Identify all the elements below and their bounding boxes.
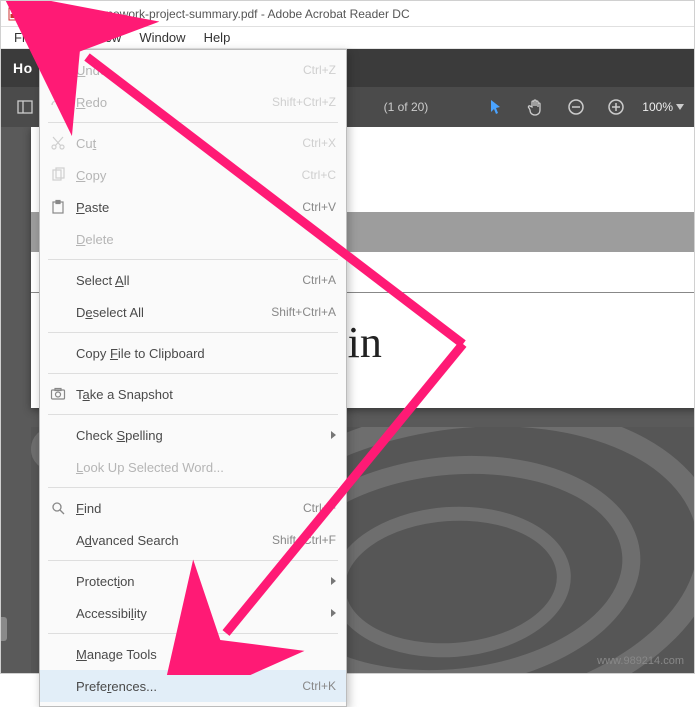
menuitem-cut[interactable]: Cut Ctrl+X [40, 127, 346, 159]
separator [48, 259, 338, 260]
menuitem-label: Take a Snapshot [76, 387, 248, 402]
zoom-percent[interactable]: 100% [642, 100, 684, 114]
select-tool-icon[interactable] [482, 93, 510, 121]
sidebar-toggle-icon[interactable] [11, 93, 39, 121]
menuitem-label: Cut [76, 136, 248, 151]
page-indicator: (1 of 20) [384, 100, 429, 114]
tab-home[interactable]: Ho [13, 60, 33, 76]
menuitem-snapshot[interactable]: Take a Snapshot [40, 378, 346, 410]
menuitem-deselect-all[interactable]: Deselect All Shift+Ctrl+A [40, 296, 346, 328]
menuitem-label: Advanced Search [76, 533, 248, 548]
copy-icon [48, 165, 68, 185]
separator [48, 122, 338, 123]
pdf-icon [7, 7, 21, 21]
side-handle[interactable] [1, 617, 7, 641]
edit-dropdown: Undo Ctrl+Z Redo Shift+Ctrl+Z Cut Ctrl+X… [39, 49, 347, 707]
hand-tool-icon[interactable] [522, 93, 550, 121]
menuitem-paste[interactable]: Paste Ctrl+V [40, 191, 346, 223]
menuitem-accessibility[interactable]: Accessibility [40, 597, 346, 629]
menuitem-label: Look Up Selected Word... [76, 460, 248, 475]
menuitem-lookup[interactable]: Look Up Selected Word... [40, 451, 346, 483]
submenu-arrow-icon [331, 577, 336, 585]
zoom-out-icon[interactable] [562, 93, 590, 121]
menuitem-label: Redo [76, 95, 248, 110]
menuitem-redo[interactable]: Redo Shift+Ctrl+Z [40, 86, 346, 118]
separator [48, 373, 338, 374]
submenu-arrow-icon [331, 609, 336, 617]
paste-icon [48, 197, 68, 217]
menu-view[interactable]: View [84, 27, 130, 48]
menuitem-undo[interactable]: Undo Ctrl+Z [40, 54, 346, 86]
separator [48, 414, 338, 415]
menuitem-label: Check Spelling [76, 428, 319, 443]
window-title: conceptual-framework-project-summary.pdf… [27, 7, 410, 21]
separator [48, 633, 338, 634]
menuitem-label: Copy [76, 168, 248, 183]
menuitem-delete[interactable]: Delete [40, 223, 346, 255]
menuitem-label: Protection [76, 574, 319, 589]
menu-edit[interactable]: Edit [44, 27, 84, 48]
search-icon [48, 498, 68, 518]
menuitem-label: Select All [76, 273, 248, 288]
titlebar: conceptual-framework-project-summary.pdf… [1, 1, 694, 27]
menuitem-adv-search[interactable]: Advanced Search Shift+Ctrl+F [40, 524, 346, 556]
menuitem-copy[interactable]: Copy Ctrl+C [40, 159, 346, 191]
menuitem-label: Manage Tools [76, 647, 248, 662]
menuitem-protection[interactable]: Protection [40, 565, 346, 597]
camera-icon [48, 384, 68, 404]
separator [48, 332, 338, 333]
separator [48, 487, 338, 488]
menu-help[interactable]: Help [195, 27, 240, 48]
menuitem-label: Deselect All [76, 305, 248, 320]
cut-icon [48, 133, 68, 153]
watermark: www.989214.com [597, 655, 684, 667]
menuitem-label: Find [76, 501, 248, 516]
undo-icon [48, 60, 68, 80]
menuitem-label: Copy File to Clipboard [76, 346, 248, 361]
menuitem-find[interactable]: Find Ctrl+F [40, 492, 346, 524]
menuitem-copy-file[interactable]: Copy File to Clipboard [40, 337, 346, 369]
menu-window[interactable]: Window [130, 27, 194, 48]
menuitem-preferences[interactable]: Preferences... Ctrl+K [40, 670, 346, 702]
menuitem-label: Preferences... [76, 679, 248, 694]
menuitem-manage-tools[interactable]: Manage Tools [40, 638, 346, 670]
menuitem-label: Paste [76, 200, 248, 215]
zoom-in-icon[interactable] [602, 93, 630, 121]
separator [48, 560, 338, 561]
submenu-arrow-icon [331, 431, 336, 439]
acrobat-window: conceptual-framework-project-summary.pdf… [0, 0, 695, 674]
menuitem-label: Accessibility [76, 606, 319, 621]
redo-icon [48, 92, 68, 112]
menuitem-select-all[interactable]: Select All Ctrl+A [40, 264, 346, 296]
menu-file[interactable]: File [5, 27, 44, 48]
menuitem-label: Delete [76, 232, 248, 247]
menubar: File Edit View Window Help [1, 27, 694, 49]
menuitem-spelling[interactable]: Check Spelling [40, 419, 346, 451]
menuitem-label: Undo [76, 63, 248, 78]
